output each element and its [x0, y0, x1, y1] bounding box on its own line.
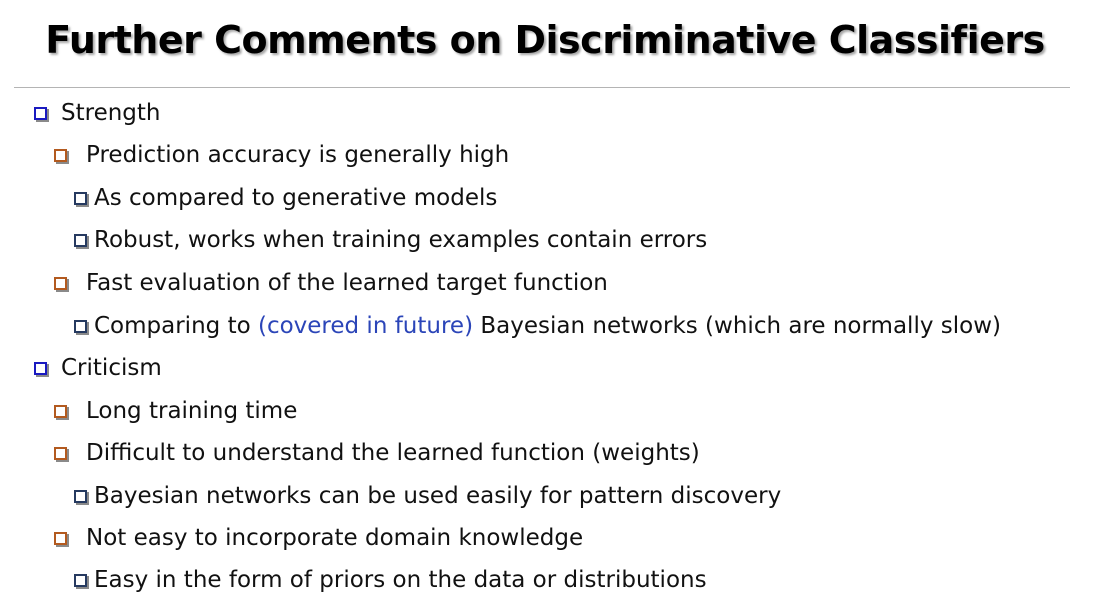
square-bullet-icon	[74, 319, 87, 333]
bullet-text: Long training time	[86, 398, 298, 424]
covered-in-future-note: (covered in future)	[257, 313, 474, 339]
bullet-criticism: Criticism	[34, 348, 162, 388]
bullet-domain-knowledge: Not easy to incorporate domain knowledge	[54, 518, 583, 558]
square-bullet-icon	[54, 404, 67, 418]
bullet-text: Robust, works when training examples con…	[94, 227, 708, 253]
bullet-text-before: Comparing to	[94, 313, 258, 339]
square-bullet-icon	[34, 361, 47, 375]
square-bullet-icon	[74, 233, 87, 247]
square-bullet-icon	[74, 191, 87, 205]
bullet-priors: Easy in the form of priors on the data o…	[74, 560, 707, 600]
bullet-prediction-accuracy: Prediction accuracy is generally high	[54, 135, 509, 175]
square-bullet-icon	[54, 531, 67, 545]
square-bullet-icon	[34, 106, 47, 120]
bullet-text-after: Bayesian networks (which are normally sl…	[473, 313, 1001, 339]
bullet-text: Prediction accuracy is generally high	[86, 142, 510, 168]
square-bullet-icon	[54, 148, 67, 162]
bullet-generative-models: As compared to generative models	[74, 178, 497, 218]
bullet-text: Strength	[61, 100, 161, 126]
bullet-fast-evaluation: Fast evaluation of the learned target fu…	[54, 263, 608, 303]
slide-title: Further Comments on Discriminative Class…	[45, 18, 1045, 62]
square-bullet-icon	[74, 573, 87, 587]
bullet-text: Fast evaluation of the learned target fu…	[86, 270, 608, 296]
bullet-robust: Robust, works when training examples con…	[74, 220, 707, 260]
bullet-text: Bayesian networks can be used easily for…	[94, 483, 782, 509]
title-divider	[14, 87, 1070, 88]
bullet-comparing-bayesian: Comparing to (covered in future) Bayesia…	[74, 306, 1001, 346]
bullet-difficult-understand: Difficult to understand the learned func…	[54, 433, 700, 473]
bullet-text: Easy in the form of priors on the data o…	[94, 567, 707, 593]
bullet-text: Criticism	[61, 355, 162, 381]
bullet-pattern-discovery: Bayesian networks can be used easily for…	[74, 476, 781, 516]
slide: Further Comments on Discriminative Class…	[0, 0, 1119, 609]
bullet-text: Difficult to understand the learned func…	[86, 440, 700, 466]
bullet-text: Not easy to incorporate domain knowledge	[86, 525, 584, 551]
bullet-text: As compared to generative models	[94, 185, 498, 211]
square-bullet-icon	[74, 489, 87, 503]
square-bullet-icon	[54, 276, 67, 290]
bullet-long-training: Long training time	[54, 391, 297, 431]
bullet-text: Comparing to (covered in future) Bayesia…	[94, 313, 1001, 339]
square-bullet-icon	[54, 446, 67, 460]
bullet-strength: Strength	[34, 93, 161, 133]
